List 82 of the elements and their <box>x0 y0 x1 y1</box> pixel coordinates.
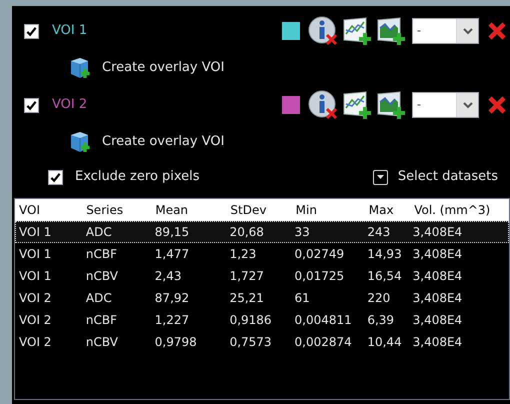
table-cell-text: 0,9798 <box>154 334 198 351</box>
table-cell-text: 25,21 <box>228 290 265 307</box>
column-header[interactable]: StDev <box>226 201 292 219</box>
table-cell-text: 3,408E4 <box>412 312 464 329</box>
table-row[interactable]: VOI 2 ADC 87,92 25,21 61 220 3,408E4 <box>15 287 509 309</box>
table-cell-text: 89,15 <box>154 224 190 241</box>
select-datasets-label[interactable]: Select datasets <box>398 167 498 187</box>
table-cell-text: 0,004811 <box>294 312 353 329</box>
table-cell-text: 6,39 <box>366 312 396 329</box>
checkbox[interactable] <box>24 24 39 38</box>
table-cell-text: nCBF <box>84 246 118 263</box>
table-cell-text: 61 <box>294 290 311 307</box>
chart-add-icon[interactable] <box>342 90 372 120</box>
table-cell-text: VOI 1 <box>18 224 52 241</box>
table-cell-text: 0,02749 <box>294 246 346 263</box>
checkbox[interactable] <box>24 98 39 112</box>
table-cell-text: ADC <box>84 290 113 307</box>
chart-add-icon[interactable] <box>342 16 372 46</box>
chevron-down-icon <box>462 102 472 108</box>
table-row[interactable]: VOI 1 nCBF 1,477 1,23 0,02749 14,93 3,408E4 <box>15 243 509 265</box>
table-cell-text: 3,408E4 <box>412 224 464 241</box>
table-cell-text: nCBV <box>84 334 119 351</box>
info-remove-icon[interactable] <box>308 16 338 46</box>
column-header[interactable]: VOI <box>15 201 82 219</box>
table-cell-text: 1,477 <box>154 246 190 263</box>
table-cell-text: 3,408E4 <box>412 290 464 307</box>
chevron-down-icon <box>462 28 472 34</box>
table-row[interactable]: VOI 2 nCBF 1,227 0,9186 0,004811 6,39 3,408E4 <box>15 309 509 331</box>
table-cell-text: 10,44 <box>366 334 403 351</box>
cube-add-icon[interactable] <box>68 130 92 154</box>
column-header[interactable]: Series <box>82 201 152 219</box>
table-cell-text: 3,408E4 <box>412 334 464 351</box>
table-cell-text: nCBF <box>84 312 118 329</box>
info-remove-icon[interactable] <box>308 90 338 120</box>
dropdown[interactable]: - <box>412 92 479 118</box>
table-cell-text: 3,408E4 <box>412 268 464 285</box>
column-header[interactable]: Vol. (mm^3) <box>410 201 509 219</box>
table-cell-text: 14,93 <box>366 246 403 263</box>
table-cell-text: 0,01725 <box>294 268 346 285</box>
table-cell-text: 0,9186 <box>228 312 273 329</box>
column-header[interactable]: Mean <box>151 201 226 219</box>
voi-name: VOI 2 <box>52 96 88 114</box>
table-cell-text: 3,408E4 <box>412 246 464 263</box>
create-overlay-link[interactable]: Create overlay VOI <box>102 58 224 78</box>
color-swatch[interactable] <box>282 96 300 114</box>
table-cell-text: nCBV <box>84 268 119 285</box>
color-swatch[interactable] <box>282 22 300 40</box>
table-cell-text: 20,68 <box>228 224 265 241</box>
table-cell-text: 1,227 <box>154 312 190 329</box>
create-overlay-link[interactable]: Create overlay VOI <box>102 132 224 152</box>
table-cell-text: 0,002874 <box>294 334 353 351</box>
table-cell-text: VOI 2 <box>18 290 52 307</box>
column-header[interactable]: Max <box>364 201 410 219</box>
cube-add-icon[interactable] <box>68 56 92 80</box>
image-add-icon[interactable] <box>376 90 406 120</box>
table-row[interactable]: VOI 2 nCBV 0,9798 0,7573 0,002874 10,44 3,408E4 <box>15 331 509 353</box>
dropdown[interactable]: - <box>412 18 479 44</box>
column-header[interactable]: Min <box>292 201 365 219</box>
table-cell-text: 16,54 <box>366 268 403 285</box>
close-icon[interactable] <box>487 95 507 115</box>
checkbox[interactable] <box>48 170 63 184</box>
table-cell-text: 0,7573 <box>228 334 273 351</box>
image-add-icon[interactable] <box>376 16 406 46</box>
table-row[interactable]: VOI 1 nCBV 2,43 1,727 0,01725 16,54 3,408E4 <box>15 265 509 287</box>
table-cell-text: 220 <box>366 290 392 307</box>
table-cell-text: VOI 1 <box>18 246 52 263</box>
table-cell-text: 87,92 <box>154 290 190 307</box>
table-cell-text: VOI 1 <box>18 268 52 285</box>
table-cell-text: VOI 2 <box>18 334 52 351</box>
voi-name: VOI 1 <box>52 22 88 40</box>
table-cell-text: 243 <box>366 224 392 241</box>
table-cell-text: 33 <box>294 224 311 241</box>
caret-icon <box>376 175 384 179</box>
table-cell-text: 1,727 <box>228 268 265 285</box>
table-cell-text: 1,23 <box>228 246 258 263</box>
table-cell-text: ADC <box>84 224 113 241</box>
close-icon[interactable] <box>487 21 507 41</box>
exclude-zero-label: Exclude zero pixels <box>75 168 200 186</box>
table-cell-text: VOI 2 <box>18 312 52 329</box>
dropdown-toggle-button[interactable] <box>372 170 388 184</box>
table-row[interactable]: VOI 1 ADC 89,15 20,68 33 243 3,408E4 <box>15 221 509 243</box>
table-cell-text: 2,43 <box>154 268 183 285</box>
